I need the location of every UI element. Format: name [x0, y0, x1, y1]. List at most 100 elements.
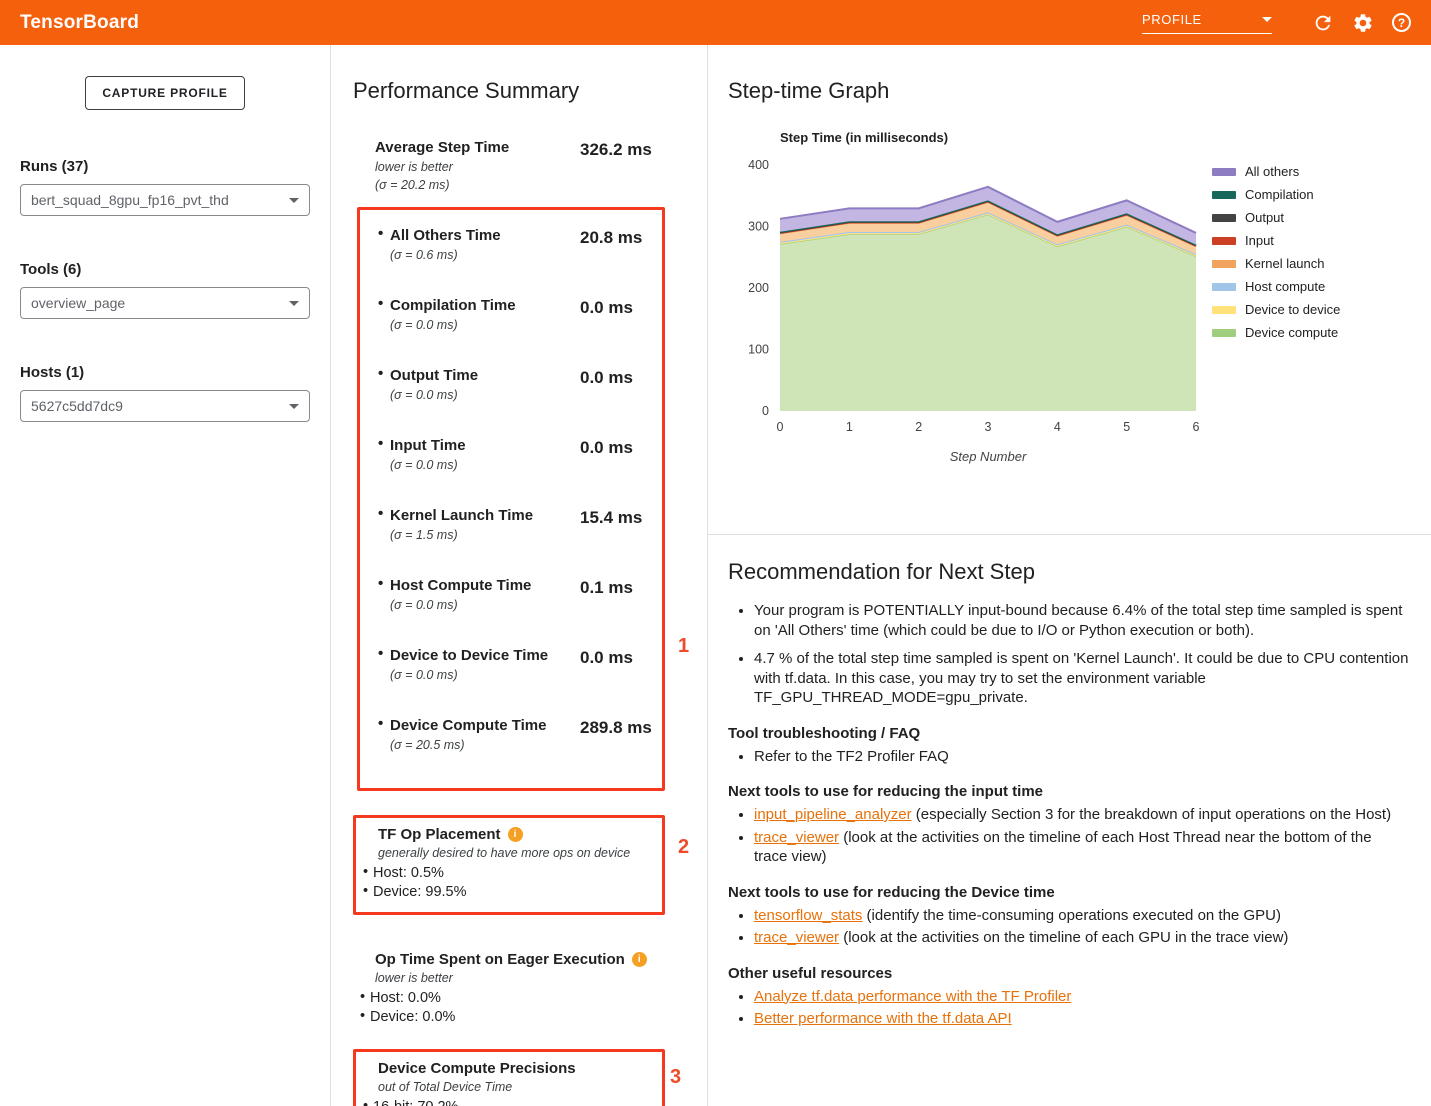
legend-swatch	[1212, 306, 1236, 314]
callout-box-2: TF Op Placement i generally desired to h…	[353, 815, 665, 915]
metric-value: 20.8 ms	[580, 226, 642, 263]
metric-value: 15.4 ms	[580, 506, 642, 543]
legend-label: Compilation	[1245, 187, 1314, 202]
help-icon: ?	[1392, 13, 1411, 32]
list-item: Analyze tf.data performance with the TF …	[754, 987, 1409, 1007]
svg-text:0: 0	[777, 420, 784, 434]
trace-viewer-link[interactable]: trace_viewer	[754, 829, 839, 846]
faq-item: Refer to the TF2 Profiler FAQ	[754, 747, 1409, 767]
svg-text:2: 2	[915, 420, 922, 434]
input-pipeline-analyzer-link[interactable]: input_pipeline_analyzer	[754, 806, 912, 823]
gear-icon	[1352, 12, 1374, 34]
runs-label: Runs (37)	[20, 158, 310, 175]
legend-item-output: Output	[1212, 210, 1340, 225]
metric-value: 0.0 ms	[580, 296, 633, 333]
input-tools-list: input_pipeline_analyzer (especially Sect…	[728, 805, 1409, 867]
metric-sigma: (σ = 0.6 ms)	[390, 247, 580, 263]
metric-sigma: (σ = 0.0 ms)	[390, 457, 580, 473]
help-button[interactable]: ?	[1392, 13, 1411, 32]
step-time-graph-title: Step-time Graph	[728, 78, 1411, 104]
chevron-down-icon	[1262, 17, 1272, 22]
list-item: Host: 0.5%	[361, 864, 652, 883]
metric-label: Compilation Time	[390, 296, 580, 315]
eager-execution-title: Op Time Spent on Eager Execution i	[375, 951, 665, 968]
section-subtitle: generally desired to have more ops on de…	[378, 846, 652, 860]
performance-summary-panel: Performance Summary Average Step Time lo…	[331, 45, 708, 1106]
list-item-text: (look at the activities on the timeline …	[839, 929, 1288, 946]
app-title: TensorBoard	[20, 12, 139, 34]
section-subtitle: lower is better	[375, 971, 665, 985]
metric-row: Input Time (σ = 0.0 ms) 0.0 ms	[378, 436, 662, 473]
runs-select[interactable]: bert_squad_8gpu_fp16_pvt_thd	[20, 184, 310, 216]
svg-text:Step Number: Step Number	[950, 449, 1027, 464]
tfdata-api-link[interactable]: Better performance with the tf.data API	[754, 1010, 1012, 1027]
tools-label: Tools (6)	[20, 261, 310, 278]
metric-label: All Others Time	[390, 226, 580, 245]
tensorflow-stats-link[interactable]: tensorflow_stats	[754, 907, 862, 924]
tfdata-performance-link[interactable]: Analyze tf.data performance with the TF …	[754, 988, 1071, 1005]
annotation-number-2: 2	[678, 836, 689, 859]
svg-text:0: 0	[762, 404, 769, 418]
help-glyph: ?	[1398, 16, 1405, 30]
section-subtitle: out of Total Device Time	[378, 1080, 652, 1094]
metric-row: Device Compute Time (σ = 20.5 ms) 289.8 …	[378, 716, 662, 753]
list-item: tensorflow_stats (identify the time-cons…	[754, 906, 1409, 926]
metric-row: Kernel Launch Time (σ = 1.5 ms) 15.4 ms	[378, 506, 662, 543]
legend-swatch	[1212, 237, 1236, 245]
metric-row: Host Compute Time (σ = 0.0 ms) 0.1 ms	[378, 576, 662, 613]
annotation-number-1: 1	[678, 635, 689, 658]
list-item-text: (especially Section 3 for the breakdown …	[912, 806, 1391, 823]
dashboard-selector[interactable]: PROFILE	[1142, 12, 1272, 34]
list-item-text: (look at the activities on the timeline …	[754, 829, 1372, 866]
metric-sigma: (σ = 0.0 ms)	[390, 387, 580, 403]
trace-viewer-link[interactable]: trace_viewer	[754, 929, 839, 946]
top-bar-actions: PROFILE ?	[1142, 12, 1411, 34]
eager-execution-section: Op Time Spent on Eager Execution i lower…	[353, 951, 665, 1027]
device-tools-heading: Next tools to use for reducing the Devic…	[728, 884, 1409, 901]
recommendation-bullets: Your program is POTENTIALLY input-bound …	[728, 601, 1409, 708]
list-item: trace_viewer (look at the activities on …	[754, 928, 1409, 948]
section-title-text: TF Op Placement	[378, 826, 501, 843]
chevron-down-icon	[289, 198, 299, 203]
svg-text:300: 300	[748, 220, 769, 234]
metric-value: 0.0 ms	[580, 646, 633, 683]
metric-label: Output Time	[390, 366, 580, 385]
metric-label: Host Compute Time	[390, 576, 580, 595]
info-icon[interactable]: i	[632, 952, 647, 967]
list-item-text: (identify the time-consuming operations …	[862, 907, 1281, 924]
right-panel: Step-time Graph Step Time (in millisecon…	[708, 45, 1431, 1106]
metric-sigma: (σ = 1.5 ms)	[390, 527, 580, 543]
dashboard-selector-value: PROFILE	[1142, 12, 1202, 27]
hosts-label: Hosts (1)	[20, 364, 310, 381]
metric-sigma: (σ = 0.0 ms)	[390, 597, 580, 613]
info-icon[interactable]: i	[508, 827, 523, 842]
metric-sigma: (σ = 20.2 ms)	[375, 177, 580, 193]
hosts-select-value: 5627c5dd7dc9	[31, 398, 123, 414]
capture-profile-button[interactable]: CAPTURE PROFILE	[85, 76, 244, 110]
svg-text:4: 4	[1054, 420, 1061, 434]
metric-row: Output Time (σ = 0.0 ms) 0.0 ms	[378, 366, 662, 403]
metric-label: Input Time	[390, 436, 580, 455]
legend-label: Device compute	[1245, 325, 1338, 340]
svg-text:200: 200	[748, 281, 769, 295]
tools-select[interactable]: overview_page	[20, 287, 310, 319]
chevron-down-icon	[289, 301, 299, 306]
list-item: Device: 99.5%	[361, 883, 652, 902]
legend-label: All others	[1245, 164, 1299, 179]
settings-button[interactable]	[1352, 12, 1374, 34]
legend-label: Kernel launch	[1245, 256, 1325, 271]
list-item: Host: 0.0%	[358, 989, 665, 1008]
legend-item-kernel-launch: Kernel launch	[1212, 256, 1340, 271]
section-title-text: Op Time Spent on Eager Execution	[375, 951, 625, 968]
info-glyph: i	[638, 954, 641, 965]
legend-item-input: Input	[1212, 233, 1340, 248]
svg-text:400: 400	[748, 158, 769, 172]
metric-label: Average Step Time	[375, 138, 580, 157]
step-time-graph-section: Step-time Graph Step Time (in millisecon…	[708, 45, 1431, 535]
legend-label: Device to device	[1245, 302, 1340, 317]
refresh-button[interactable]	[1312, 12, 1334, 34]
step-time-chart: 01002003004000123456Step Number	[728, 149, 1204, 469]
hosts-select[interactable]: 5627c5dd7dc9	[20, 390, 310, 422]
list-item: trace_viewer (look at the activities on …	[754, 828, 1409, 867]
metric-value: 0.0 ms	[580, 436, 633, 473]
